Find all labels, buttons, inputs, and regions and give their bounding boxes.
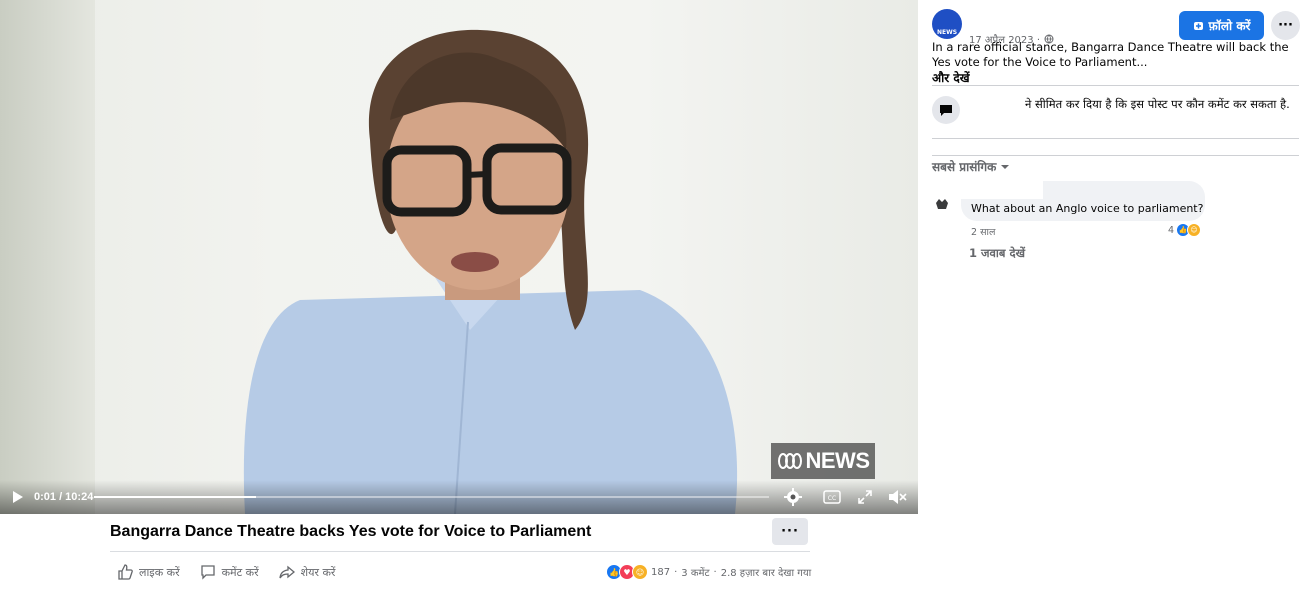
like-button[interactable]: लाइक करें	[117, 564, 180, 580]
comments-sidebar: NEWS 17 अप्रैल 2023 · फ़ॉलो करें ··· In …	[918, 0, 1315, 595]
comment-restricted-icon	[932, 96, 960, 124]
comment-text: What about an Anglo voice to parliament?	[971, 202, 1204, 215]
captions-button[interactable]: CC	[823, 488, 841, 506]
comment-icon	[200, 565, 215, 580]
sort-label: सबसे प्रासंगिक	[932, 160, 997, 174]
settings-button[interactable]	[784, 488, 802, 506]
share-icon	[278, 565, 295, 579]
thumbs-up-icon	[118, 564, 133, 580]
divider	[932, 155, 1299, 156]
follow-icon	[1193, 22, 1203, 30]
comment-label: कमेंट करें	[221, 565, 259, 579]
mute-button[interactable]	[887, 488, 907, 506]
post-actions: लाइक करें कमेंट करें शेयर करें	[117, 560, 335, 584]
video-time: 0:01 / 10:24	[34, 491, 94, 503]
gear-icon	[784, 488, 802, 506]
follow-label: फ़ॉलो करें	[1208, 19, 1251, 33]
comment-button[interactable]: कमेंट करें	[200, 564, 259, 580]
captions-icon: CC	[823, 490, 841, 504]
comment-time[interactable]: 2 साल	[971, 225, 995, 238]
abc-news-watermark: NEWS	[771, 443, 875, 479]
reaction-count[interactable]: 187	[651, 567, 670, 578]
video-progress-fill	[94, 496, 256, 498]
stats-separator: ·	[674, 566, 678, 578]
play-button[interactable]	[12, 488, 24, 506]
svg-text:CC: CC	[828, 495, 836, 502]
page-avatar[interactable]: NEWS	[932, 9, 962, 39]
abc-logo-icon	[777, 453, 802, 469]
video-player[interactable]: NEWS 0:01 / 10:24 CC	[0, 0, 918, 514]
commenter-avatar[interactable]	[935, 196, 949, 210]
fullscreen-icon	[858, 490, 872, 504]
haha-reaction-icon: ☺	[632, 564, 648, 580]
video-post-panel: NEWS 0:01 / 10:24 CC Bangarra Dance Thea…	[0, 0, 918, 595]
video-title: Bangarra Dance Theatre backs Yes vote fo…	[110, 523, 592, 540]
share-button[interactable]: शेयर करें	[278, 564, 336, 580]
video-progress-bar[interactable]	[94, 496, 769, 498]
comment-reactions[interactable]: 4 👍 ☺	[1168, 223, 1204, 237]
post-stats: 👍 ♥ ☺ 187 · 3 कमेंट · 2.8 हज़ार बार देखा…	[606, 563, 811, 581]
share-label: शेयर करें	[300, 565, 336, 579]
video-frame-person	[243, 29, 738, 514]
watermark-text: NEWS	[805, 448, 871, 473]
follow-button[interactable]: फ़ॉलो करें	[1179, 11, 1264, 40]
play-icon	[13, 491, 23, 503]
stats-separator: ·	[713, 566, 717, 578]
comment-author-redaction	[961, 181, 1043, 199]
post-text: In a rare official stance, Bangarra Danc…	[932, 40, 1289, 69]
comment-reaction-count: 4	[1168, 224, 1175, 236]
divider	[932, 138, 1299, 139]
comment-sort-dropdown[interactable]: सबसे प्रासंगिक	[932, 158, 1010, 175]
view-replies-link[interactable]: 1 जवाब देखें	[969, 246, 1025, 261]
view-count: 2.8 हज़ार बार देखा गया	[720, 568, 812, 579]
like-label: लाइक करें	[139, 565, 180, 579]
post-title-row: Bangarra Dance Theatre backs Yes vote fo…	[110, 517, 810, 552]
caret-down-icon	[1001, 164, 1010, 169]
fullscreen-button[interactable]	[858, 488, 872, 506]
reaction-icons[interactable]: 👍 ♥ ☺	[606, 564, 648, 580]
haha-reaction-icon: ☺	[1187, 223, 1202, 237]
see-more-link[interactable]: और देखें	[932, 69, 970, 86]
comment-restriction-notice: ने सीमित कर दिया है कि इस पोस्ट पर कौन क…	[1025, 97, 1290, 111]
comment-count[interactable]: 3 कमेंट	[681, 565, 709, 579]
post-more-button[interactable]: ···	[772, 518, 808, 545]
speaker-muted-icon	[889, 490, 907, 504]
divider	[932, 85, 1299, 86]
sidebar-more-button[interactable]: ···	[1271, 11, 1300, 40]
